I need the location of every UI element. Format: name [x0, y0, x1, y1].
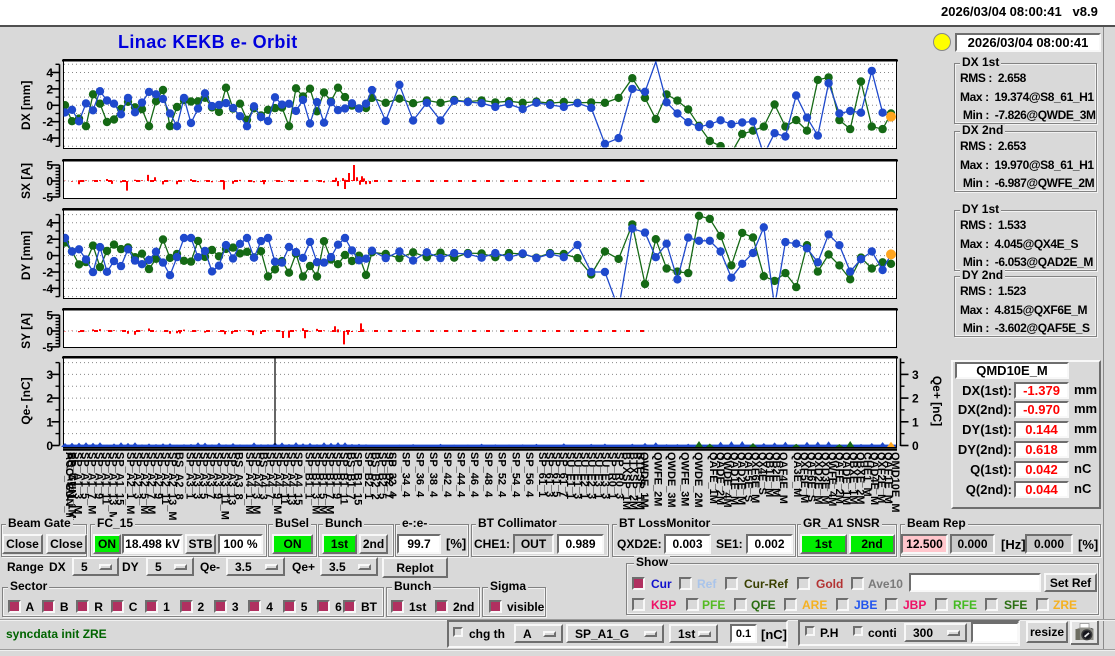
svg-text:0: 0	[912, 439, 919, 453]
svg-text:-2: -2	[42, 115, 53, 129]
svg-text:3: 3	[46, 368, 53, 382]
svg-text:0: 0	[46, 249, 53, 263]
svg-text:SP_56_4: SP_56_4	[523, 452, 535, 498]
svg-text:SP_A1_15: SP_A1_15	[114, 452, 126, 505]
svg-text:SP_52_4: SP_52_4	[496, 452, 508, 498]
svg-text:SX [A]: SX [A]	[19, 163, 33, 199]
svg-text:-5: -5	[42, 340, 53, 354]
svg-text:Qe- [nC]: Qe- [nC]	[19, 377, 33, 424]
svg-text:-4: -4	[42, 132, 53, 146]
svg-text:QWFE_2M: QWFE_2M	[652, 452, 664, 506]
svg-text:1: 1	[46, 415, 53, 429]
svg-text:BS_A2_8: BS_A2_8	[173, 452, 185, 500]
svg-text:SP_38_4: SP_38_4	[427, 452, 439, 498]
svg-text:SP_B1_15: SP_B1_15	[352, 452, 364, 505]
svg-text:QWDE_3M: QWDE_3M	[665, 452, 677, 508]
svg-text:0: 0	[46, 439, 53, 453]
svg-text:SP_A4_15: SP_A4_15	[292, 452, 304, 505]
svg-text:QAF4E_M: QAF4E_M	[777, 452, 789, 504]
svg-text:QWDE_1M: QWDE_1M	[638, 452, 650, 508]
svg-text:1: 1	[912, 415, 919, 429]
svg-text:2: 2	[46, 392, 53, 406]
svg-text:Qe+ [nC]: Qe+ [nC]	[930, 376, 944, 426]
svg-text:5: 5	[46, 159, 53, 173]
svg-text:3: 3	[912, 368, 919, 382]
svg-text:SP_46_4: SP_46_4	[468, 452, 480, 498]
svg-text:0: 0	[46, 99, 53, 113]
svg-text:SP_42_4: SP_42_4	[441, 452, 453, 498]
svg-text:-2: -2	[42, 266, 53, 280]
svg-text:4: 4	[46, 66, 53, 80]
svg-text:QWFE_3M: QWFE_3M	[679, 452, 691, 506]
svg-text:2: 2	[46, 82, 53, 96]
svg-text:QWDE_2M: QWDE_2M	[692, 452, 704, 508]
svg-text:BS_A3_8: BS_A3_8	[233, 452, 245, 500]
svg-text:DX [mm]: DX [mm]	[19, 81, 33, 130]
svg-text:SP_GUN_1M: SP_GUN_1M	[66, 452, 78, 519]
svg-text:SP_54_4: SP_54_4	[509, 452, 521, 498]
svg-text:SY [A]: SY [A]	[19, 313, 33, 349]
svg-text:0: 0	[46, 325, 53, 339]
svg-text:5: 5	[46, 309, 53, 323]
svg-text:2: 2	[46, 233, 53, 247]
svg-text:QMD10E_M: QMD10E_M	[889, 452, 901, 513]
svg-text:4: 4	[46, 216, 53, 230]
svg-text:SP_34_4: SP_34_4	[400, 452, 412, 498]
svg-text:DY [mm]: DY [mm]	[19, 231, 33, 280]
svg-text:-4: -4	[42, 282, 53, 296]
svg-text:SP_32_4: SP_32_4	[386, 452, 398, 498]
svg-text:0: 0	[46, 175, 53, 189]
svg-text:SP_48_4: SP_48_4	[482, 452, 494, 498]
svg-text:2: 2	[912, 392, 919, 406]
svg-text:-5: -5	[42, 191, 53, 205]
svg-text:SP_44_4: SP_44_4	[455, 452, 467, 498]
svg-text:SP_36_4: SP_36_4	[413, 452, 425, 498]
